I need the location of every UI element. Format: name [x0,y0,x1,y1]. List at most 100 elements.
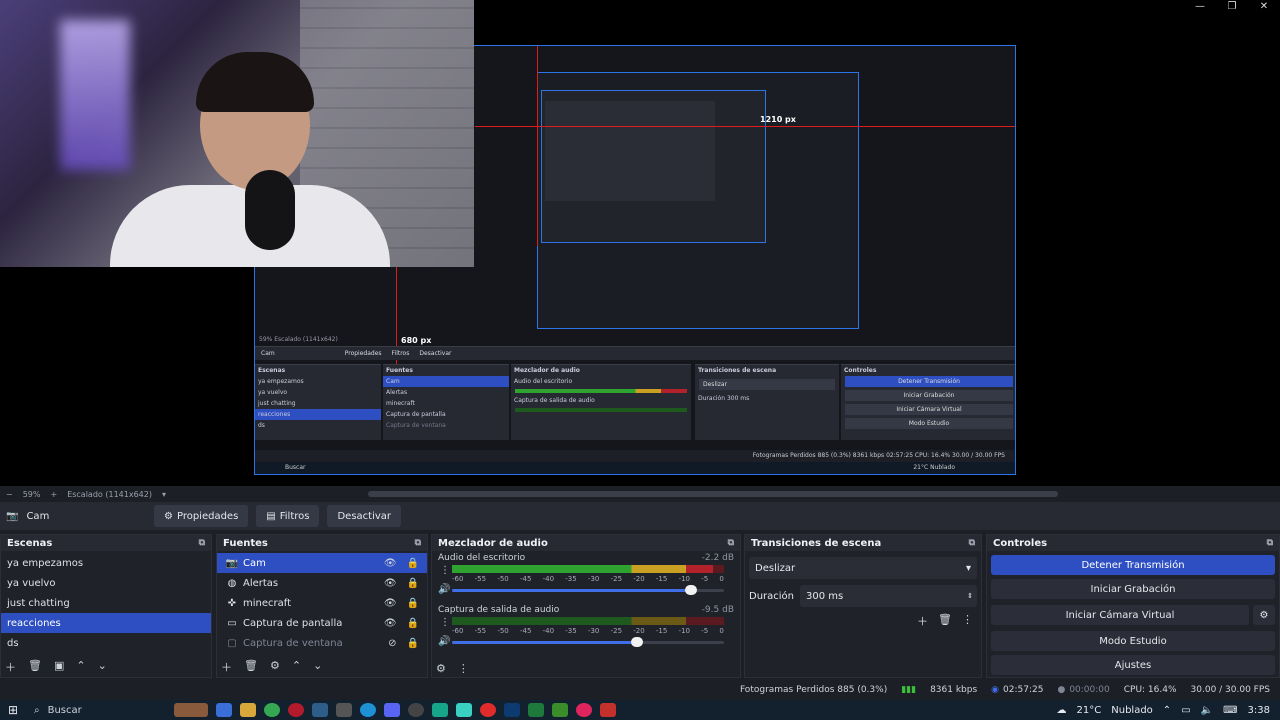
properties-button[interactable]: ⚙ Propiedades [154,505,249,527]
file-explorer-icon[interactable] [240,703,256,717]
move-down-icon[interactable]: ⌄ [313,659,322,675]
scale-tick: -55 [474,575,487,583]
mixer-menu-icon[interactable]: ⋮ [458,662,469,675]
lock-icon[interactable]: 🔒 [407,638,419,649]
app-icon[interactable] [480,703,496,717]
speaker-icon[interactable]: 🔊 [438,584,450,595]
move-up-icon[interactable]: ⌃ [76,659,85,675]
clock[interactable]: 3:38 [1248,705,1270,716]
visibility-eye-icon[interactable]: 👁 [384,598,397,609]
language-icon[interactable]: ⌨ [1223,705,1237,716]
app-icon[interactable] [336,703,352,717]
studio-mode-button[interactable]: Modo Estudio [991,631,1275,651]
obs-icon[interactable] [408,703,424,717]
volume-knob[interactable] [685,585,698,595]
speaker-icon[interactable]: 🔊 [438,636,450,647]
add-source-icon[interactable]: ＋ [221,659,232,675]
lock-icon[interactable]: 🔒 [407,578,419,589]
undock-icon[interactable]: ⧉ [415,538,421,548]
move-down-icon[interactable]: ⌄ [98,659,107,675]
source-item[interactable]: ✜ minecraft 👁 🔒 [217,593,427,613]
remove-source-icon[interactable]: 🗑 [244,659,258,675]
channel-menu-icon[interactable]: ⋮ [440,565,450,576]
start-recording-button[interactable]: Iniciar Grabación [991,579,1275,599]
mini-mixer-dock: Mezclador de audio Audio del escritorio … [511,364,691,440]
settings-button[interactable]: Ajustes [991,655,1275,675]
app-icon[interactable] [216,703,232,717]
photoshop-icon[interactable] [504,703,520,717]
preview-horizontal-scrollbar[interactable] [368,491,1058,497]
chrome-icon[interactable] [264,703,280,717]
network-icon[interactable]: ▭ [1181,705,1190,716]
lock-icon[interactable]: 🔒 [407,618,419,629]
volume-slider[interactable] [452,637,724,647]
undock-icon[interactable]: ⧉ [969,538,975,548]
source-item-selected[interactable]: 📷 Cam 👁 🔒 [217,553,427,573]
start-virtual-camera-button[interactable]: Iniciar Cámara Virtual [991,605,1249,625]
scene-item-selected[interactable]: reacciones [1,613,211,633]
move-up-icon[interactable]: ⌃ [292,659,301,675]
chevron-up-icon[interactable]: ⌃ [1163,705,1171,716]
lock-icon[interactable]: 🔒 [407,598,419,609]
edge-icon[interactable] [360,703,376,717]
opera-icon[interactable] [288,703,304,717]
minimize-button[interactable]: — [1184,0,1216,14]
preview-canvas[interactable]: — ❐ ✕ 1210 px 680 px Cam Propiedades Fil… [0,0,1280,486]
transition-menu-icon[interactable]: ⋮ [962,613,973,629]
mini-dock-title: Mezclador de audio [514,367,580,374]
minecraft-icon[interactable] [552,703,568,717]
discord-icon[interactable] [384,703,400,717]
app-icon[interactable] [576,703,592,717]
lock-icon[interactable]: 🔒 [407,558,419,569]
transition-select[interactable]: Deslizar ▾ [749,557,977,579]
duration-input[interactable]: 300 ms ⇕ [800,585,977,607]
channel-menu-icon[interactable]: ⋮ [440,617,450,628]
windows-start-icon[interactable]: ⊞ [8,703,18,717]
add-transition-icon[interactable]: ＋ [917,613,928,629]
scene-item[interactable]: just chatting [1,593,211,613]
stop-streaming-button[interactable]: Detener Transmisión [991,555,1275,575]
remove-scene-icon[interactable]: 🗑 [28,659,42,675]
undock-icon[interactable]: ⧉ [199,538,205,548]
visibility-eye-icon[interactable]: 👁 [384,618,397,629]
add-scene-icon[interactable]: ＋ [5,659,16,675]
app-icon[interactable] [456,703,472,717]
volume-slider[interactable] [452,585,724,595]
source-name: Captura de ventana [243,637,343,649]
meter-scale: -60 -55 -50 -45 -40 -35 -30 -25 -20 -15 -10 -5 0 [452,627,724,635]
steam-icon[interactable] [312,703,328,717]
youtube-icon[interactable] [600,703,616,717]
advanced-audio-icon[interactable]: ⚙ [436,662,446,675]
zoom-in-button[interactable]: + [50,490,57,499]
maximize-button[interactable]: ❐ [1216,0,1248,14]
remove-transition-icon[interactable]: 🗑 [938,613,952,629]
spin-icon[interactable]: ⇕ [967,592,973,600]
deactivate-button[interactable]: Desactivar [327,505,402,527]
scene-item[interactable]: ds [1,633,211,653]
scene-filters-icon[interactable]: ▣ [54,659,64,675]
mini-transition-duration: Duración 300 ms [695,393,839,404]
close-button[interactable]: ✕ [1248,0,1280,14]
source-properties-icon[interactable]: ⚙ [270,659,280,675]
volume-icon[interactable]: 🔈 [1201,705,1213,716]
zoom-out-button[interactable]: − [6,490,13,499]
undock-icon[interactable]: ⧉ [1267,538,1273,548]
scale-dropdown-icon[interactable]: ▾ [162,490,166,499]
source-item[interactable]: ▭ Captura de pantalla 👁 🔒 [217,613,427,633]
virtual-camera-settings-icon[interactable]: ⚙ [1253,605,1275,625]
visibility-eye-icon[interactable]: 👁 [384,558,397,569]
filters-button[interactable]: ▤ Filtros [256,505,320,527]
visibility-eye-icon[interactable]: 👁 [384,578,397,589]
source-item[interactable]: ◍ Alertas 👁 🔒 [217,573,427,593]
taskbar-search[interactable]: ⌕ Buscar [0,705,170,716]
volume-knob[interactable] [630,637,643,647]
scene-item[interactable]: ya vuelvo [1,573,211,593]
source-item-hidden[interactable]: ▢ Captura de ventana ⊘ 🔒 [217,633,427,653]
camera-icon: 📷 [225,557,239,569]
visibility-hidden-icon[interactable]: ⊘ [388,638,396,649]
xbox-icon[interactable] [528,703,544,717]
undock-icon[interactable]: ⧉ [728,538,734,548]
app-icon[interactable] [432,703,448,717]
game-thumbnail-icon[interactable] [174,703,208,717]
scene-item[interactable]: ya empezamos [1,553,211,573]
